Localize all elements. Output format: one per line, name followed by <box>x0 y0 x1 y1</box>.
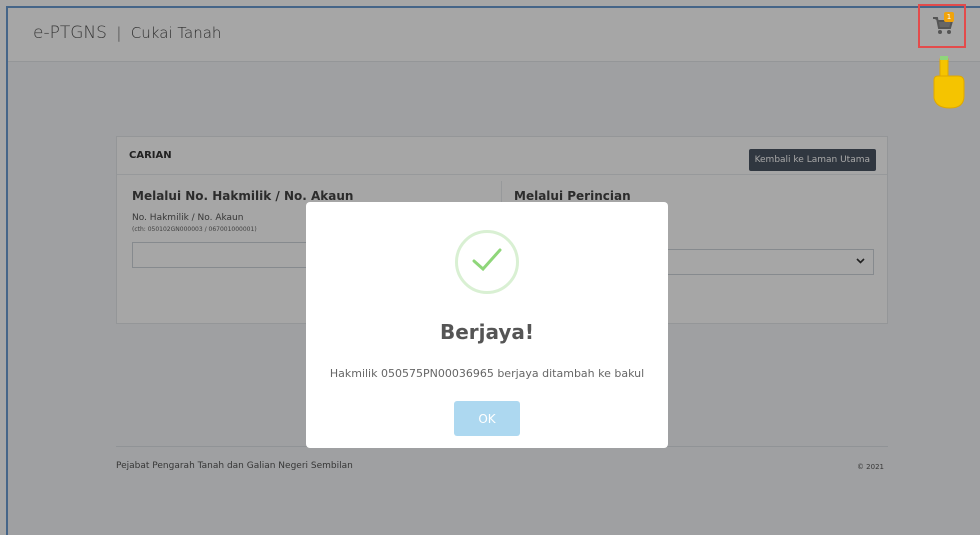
cart-count-badge: 1 <box>944 12 954 22</box>
cart-button[interactable]: 1 <box>918 4 966 48</box>
dialog-message: Hakmilik 050575PN00036965 berjaya ditamb… <box>329 367 645 380</box>
success-dialog: Berjaya! Hakmilik 050575PN00036965 berja… <box>306 202 668 448</box>
pointing-hand-icon <box>933 56 965 109</box>
success-icon <box>455 230 519 294</box>
dialog-title: Berjaya! <box>439 320 535 344</box>
ok-button[interactable]: OK <box>454 401 520 436</box>
checkmark-icon <box>472 248 502 272</box>
